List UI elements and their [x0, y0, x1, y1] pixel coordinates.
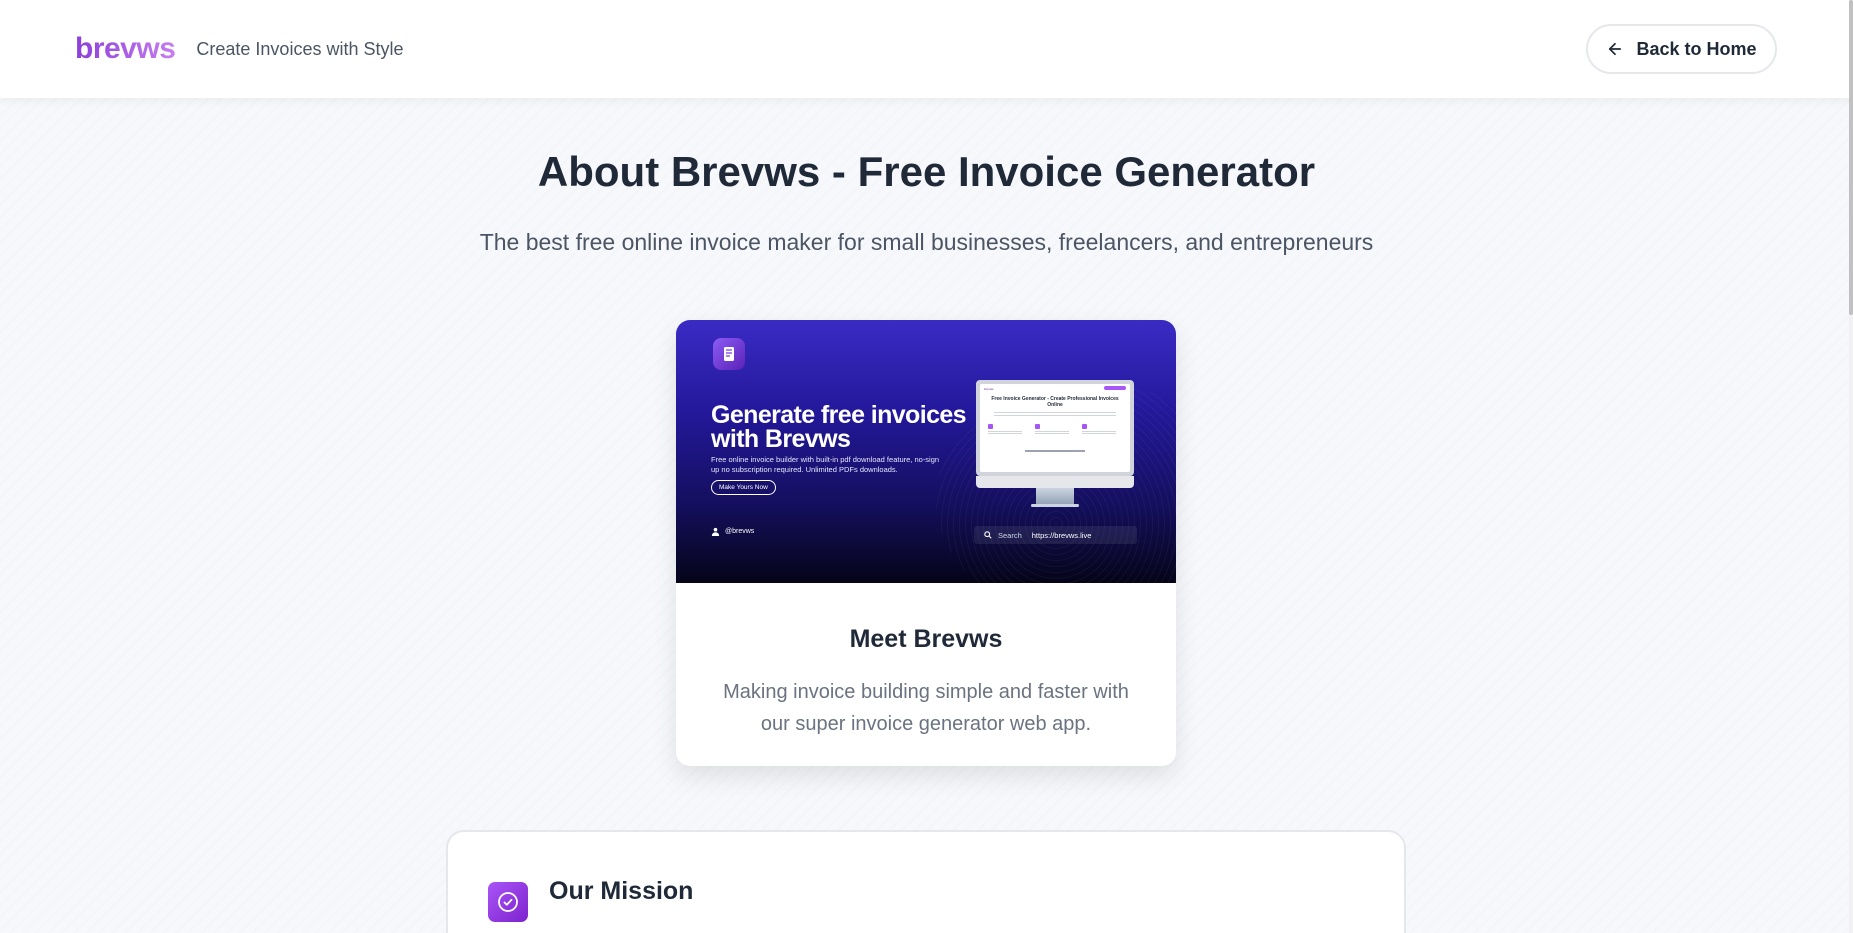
- top-navbar: brevws Create Invoices with Style Back t…: [0, 0, 1853, 98]
- arrow-left-icon: [1609, 42, 1622, 56]
- banner-search-label: Search: [998, 530, 1022, 540]
- mini-feature: [988, 424, 1028, 438]
- banner-blurb: Free online invoice builder with built-i…: [711, 455, 940, 474]
- mini-footer-line: [1025, 450, 1085, 452]
- mission-title: Our Mission: [549, 877, 694, 905]
- banner-headline: Generate free invoices with Brevws: [711, 401, 967, 453]
- promo-banner-image: Generate free invoices with Brevws Free …: [676, 320, 1176, 583]
- card-description: Making invoice building simple and faste…: [723, 681, 1129, 735]
- meet-brevws-card: Generate free invoices with Brevws Free …: [676, 320, 1176, 766]
- brand-tagline: Create Invoices with Style: [196, 38, 404, 59]
- banner-handle-text: @brevws: [725, 528, 755, 535]
- page-scrollbar[interactable]: [1849, 0, 1853, 933]
- banner-search-bar: Search https://brevws.live: [974, 526, 1137, 544]
- back-to-home-button[interactable]: Back to Home: [1586, 24, 1777, 74]
- brand-logo[interactable]: brevws: [75, 32, 176, 66]
- mission-section: Our Mission: [446, 830, 1406, 933]
- card-title: Meet Brevws: [849, 625, 1003, 653]
- monitor-stand: [1036, 488, 1074, 504]
- monitor-base: [1031, 504, 1079, 507]
- mini-logo: brevws: [984, 387, 994, 391]
- app-logo-icon: [713, 338, 745, 370]
- back-to-home-label: Back to Home: [1636, 38, 1757, 59]
- mini-feature: [1035, 424, 1075, 438]
- page-subtitle: The best free online invoice maker for s…: [479, 229, 1374, 255]
- mini-feature: [1082, 424, 1122, 438]
- banner-handle: @brevws: [711, 527, 754, 536]
- mini-text-lines: [994, 412, 1116, 418]
- mini-title: Free Invoice Generator - Create Professi…: [991, 396, 1119, 408]
- banner-search-url: https://brevws.live: [1031, 530, 1092, 540]
- monitor-chin: [976, 476, 1134, 488]
- mini-button: [1104, 386, 1126, 390]
- monitor-screen: brevws Free Invoice Generator - Create P…: [976, 380, 1134, 476]
- card-body: Meet Brevws Making invoice building simp…: [676, 583, 1176, 740]
- banner-cta: Make Yours Now: [711, 480, 776, 495]
- user-icon: [711, 527, 720, 536]
- check-circle-icon: [488, 882, 528, 922]
- monitor-illustration: brevws Free Invoice Generator - Create P…: [976, 380, 1134, 507]
- search-icon: [984, 531, 992, 539]
- page-title: About Brevws - Free Invoice Generator: [537, 148, 1316, 195]
- monitor-screen-content: brevws Free Invoice Generator - Create P…: [980, 384, 1130, 472]
